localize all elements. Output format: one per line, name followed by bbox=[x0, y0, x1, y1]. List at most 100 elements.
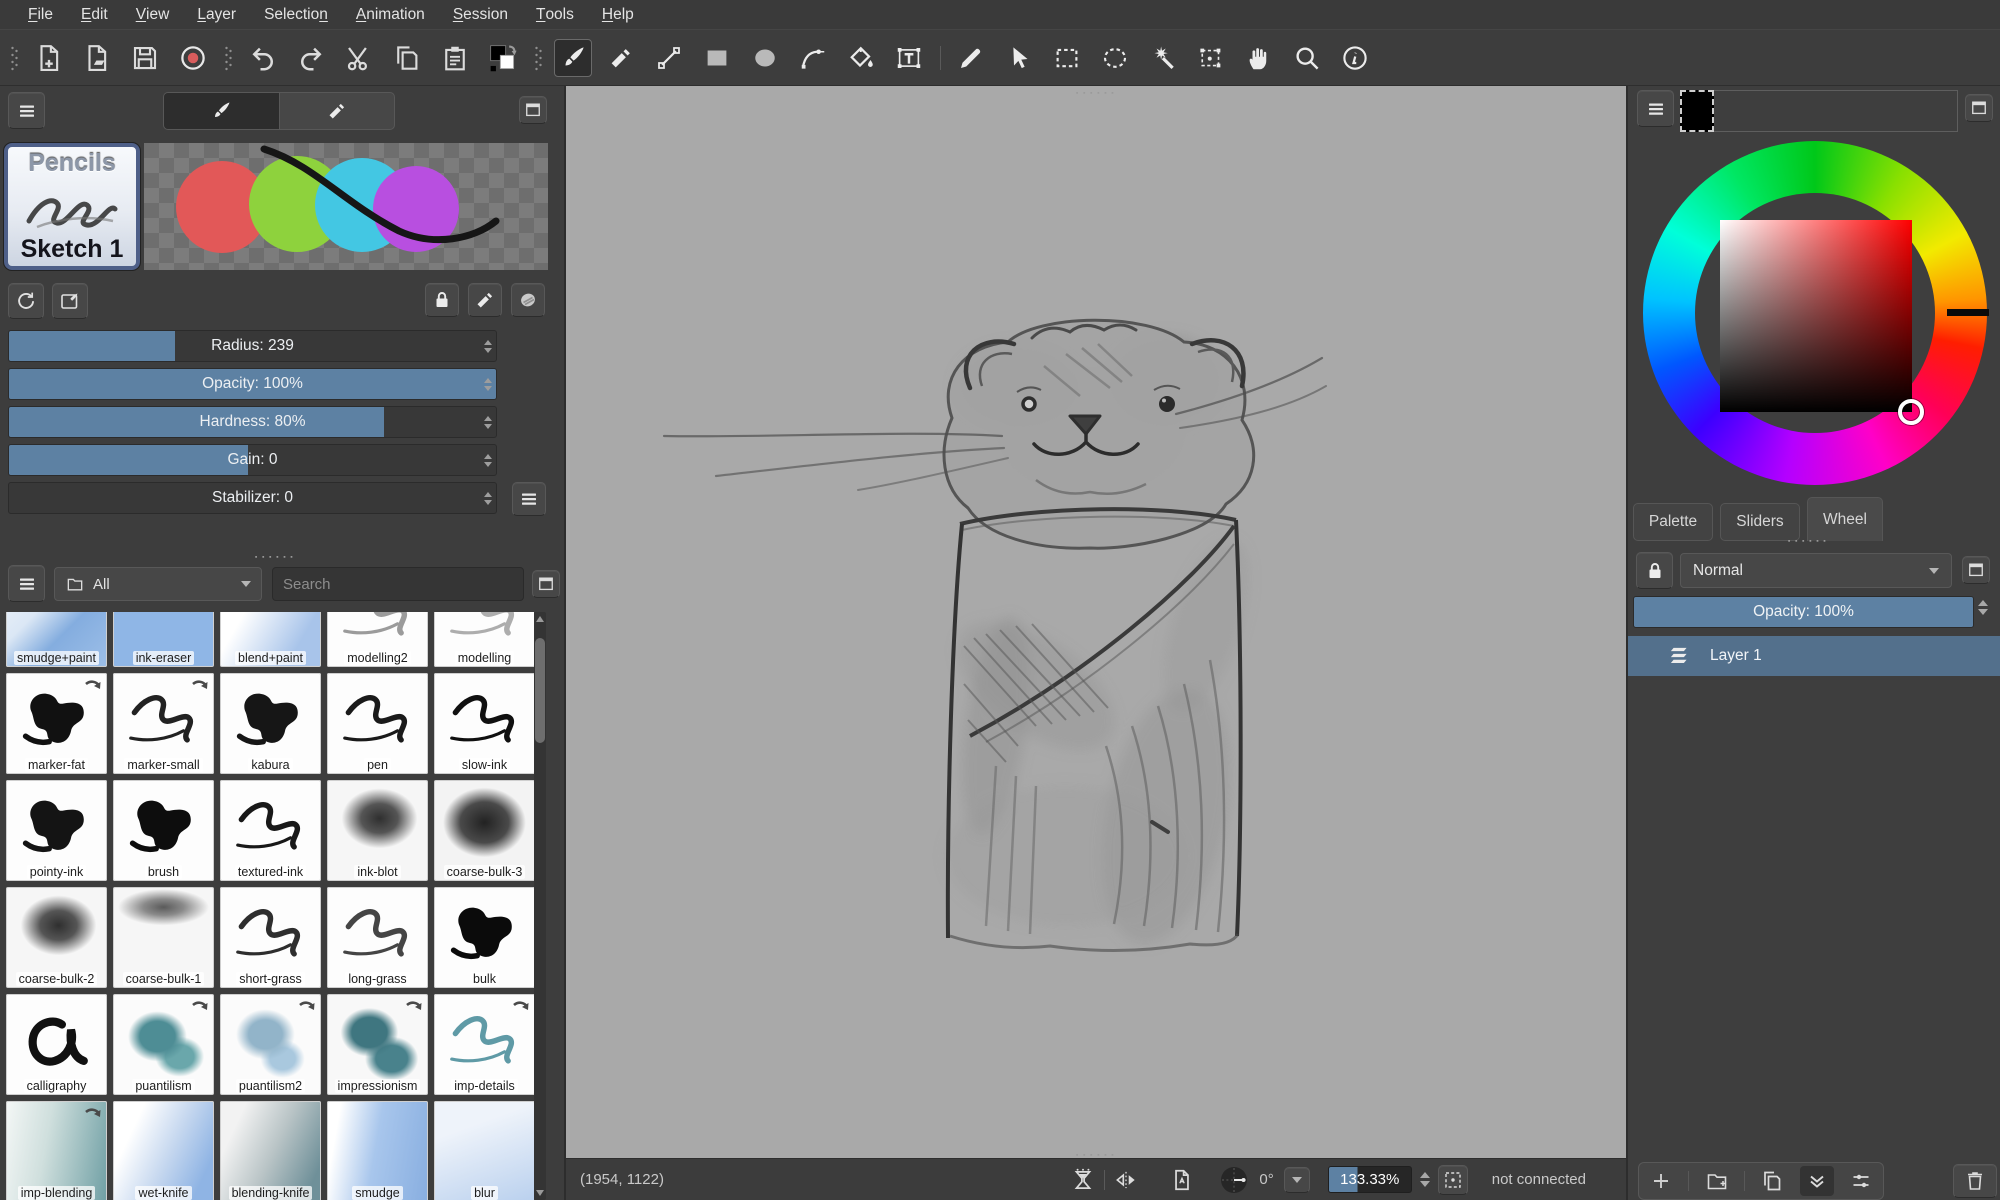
preset-search-input[interactable] bbox=[272, 567, 524, 601]
brush-slider[interactable]: Hardness: 80% bbox=[8, 406, 497, 438]
copy-button[interactable] bbox=[388, 39, 426, 77]
bezier-curve-tool[interactable] bbox=[794, 39, 832, 77]
docker-splitter[interactable] bbox=[1788, 536, 1828, 544]
current-color-patch[interactable] bbox=[1680, 90, 1714, 132]
brush-editor-menu-button[interactable] bbox=[8, 92, 45, 129]
brush-preset-tile[interactable]: puantilism2 bbox=[220, 994, 321, 1095]
line-tool[interactable] bbox=[650, 39, 688, 77]
brush-preset-tile[interactable]: coarse-bulk-3 bbox=[434, 780, 534, 881]
brush-preset-tile[interactable]: long-grass bbox=[327, 887, 428, 988]
similar-color-selection-tool[interactable] bbox=[1144, 39, 1182, 77]
open-document-button[interactable] bbox=[78, 39, 116, 77]
selection-display-mode-icon[interactable] bbox=[1068, 1165, 1098, 1195]
brush-preset-tile[interactable]: imp-details bbox=[434, 994, 534, 1095]
brush-preset-tile[interactable]: marker-fat bbox=[6, 673, 107, 774]
document-info-icon[interactable] bbox=[1167, 1165, 1197, 1195]
color-sampler-tool[interactable] bbox=[952, 39, 990, 77]
freehand-brush-tool[interactable] bbox=[554, 39, 592, 77]
brush-preset-tile[interactable]: pen bbox=[327, 673, 428, 774]
tab-brush-mode[interactable] bbox=[164, 93, 280, 129]
brush-preset-tile[interactable]: smudge bbox=[327, 1101, 428, 1200]
ellipse-tool[interactable] bbox=[746, 39, 784, 77]
preset-filter-dropdown[interactable]: All bbox=[54, 567, 262, 601]
reload-preset-button[interactable] bbox=[8, 283, 44, 319]
brush-preset-tile[interactable]: modelling2 bbox=[327, 612, 428, 667]
zoom-tool[interactable] bbox=[1288, 39, 1326, 77]
rectangular-selection-tool[interactable] bbox=[1048, 39, 1086, 77]
rectangle-tool[interactable] bbox=[698, 39, 736, 77]
brush-preset-tile[interactable]: slow-ink bbox=[434, 673, 534, 774]
brush-preset-tile[interactable]: calligraphy bbox=[6, 994, 107, 1095]
layer-lock-button[interactable] bbox=[1636, 552, 1673, 589]
slider-spinner[interactable] bbox=[484, 407, 492, 437]
paste-button[interactable] bbox=[436, 39, 474, 77]
detach-docker-button[interactable] bbox=[532, 570, 560, 598]
preset-grid-scrollbar[interactable] bbox=[534, 612, 546, 1200]
canvas-rotation-dial[interactable] bbox=[1219, 1165, 1249, 1195]
duplicate-layer-button[interactable] bbox=[1755, 1166, 1789, 1196]
brush-slider[interactable]: Gain: 0 bbox=[8, 444, 497, 476]
menu-item[interactable]: Animation bbox=[342, 0, 439, 30]
zoom-level-field[interactable]: 133.33% bbox=[1328, 1166, 1412, 1193]
detach-docker-button[interactable] bbox=[1962, 556, 1990, 584]
layer-properties-button[interactable] bbox=[1844, 1166, 1878, 1196]
brush-scratchpad[interactable] bbox=[144, 143, 548, 270]
edit-preset-button[interactable] bbox=[52, 283, 88, 319]
menu-item[interactable]: Selection bbox=[250, 0, 342, 30]
elliptical-selection-tool[interactable] bbox=[1096, 39, 1134, 77]
lock-brush-button[interactable] bbox=[425, 283, 459, 317]
brush-preset-tile[interactable]: blend+paint bbox=[220, 612, 321, 667]
move-layer-down-button[interactable] bbox=[1800, 1166, 1834, 1196]
info-button[interactable] bbox=[1336, 39, 1374, 77]
zoom-spinner[interactable] bbox=[1420, 1172, 1430, 1187]
layer-row[interactable]: Layer 1 bbox=[1628, 636, 2000, 676]
add-layer-button[interactable] bbox=[1644, 1166, 1678, 1196]
canvas-splitter-bottom[interactable] bbox=[1076, 1150, 1116, 1158]
fill-tool[interactable] bbox=[842, 39, 880, 77]
color-docker-tab[interactable]: Palette bbox=[1633, 503, 1713, 541]
color-selector-cursor[interactable] bbox=[1898, 399, 1924, 425]
brush-preset-tile[interactable]: bulk bbox=[434, 887, 534, 988]
scroll-up-icon[interactable] bbox=[534, 612, 546, 626]
text-tool[interactable] bbox=[890, 39, 928, 77]
saturation-value-square[interactable] bbox=[1720, 220, 1912, 412]
menu-item[interactable]: Layer bbox=[183, 0, 250, 30]
brush-slider[interactable]: Radius: 239 bbox=[8, 330, 497, 362]
stabilizer-options-button[interactable] bbox=[512, 482, 546, 516]
slider-spinner[interactable] bbox=[484, 483, 492, 513]
delete-layer-button[interactable] bbox=[1953, 1164, 1997, 1198]
canvas-splitter-top[interactable] bbox=[1076, 88, 1116, 96]
menu-item[interactable]: Session bbox=[439, 0, 522, 30]
color-docker-menu-button[interactable] bbox=[1637, 90, 1674, 127]
select-shapes-tool[interactable] bbox=[1000, 39, 1038, 77]
scroll-down-icon[interactable] bbox=[534, 1186, 546, 1200]
alpha-lock-button[interactable] bbox=[511, 283, 545, 317]
mirror-view-icon[interactable] bbox=[1111, 1165, 1141, 1195]
record-button[interactable] bbox=[174, 39, 212, 77]
brush-preset-tile[interactable]: coarse-bulk-1 bbox=[113, 887, 214, 988]
pan-tool[interactable] bbox=[1240, 39, 1278, 77]
preset-docker-menu-button[interactable] bbox=[8, 565, 45, 602]
transform-tool[interactable] bbox=[1192, 39, 1230, 77]
brush-preset-tile[interactable]: ink-blot bbox=[327, 780, 428, 881]
color-docker-tab[interactable]: Wheel bbox=[1807, 497, 1883, 541]
canvas[interactable] bbox=[566, 86, 1626, 1158]
brush-preset-tile[interactable]: imp-blending bbox=[6, 1101, 107, 1200]
opacity-spinner[interactable] bbox=[1978, 600, 1988, 615]
brush-preset-tile[interactable]: blur bbox=[434, 1101, 534, 1200]
fit-canvas-button[interactable] bbox=[1438, 1165, 1468, 1195]
eraser-tool[interactable] bbox=[602, 39, 640, 77]
brush-preset-tile[interactable]: short-grass bbox=[220, 887, 321, 988]
add-group-button[interactable] bbox=[1700, 1166, 1734, 1196]
brush-preset-tile[interactable]: textured-ink bbox=[220, 780, 321, 881]
cut-button[interactable] bbox=[340, 39, 378, 77]
menu-item[interactable]: View bbox=[122, 0, 184, 30]
brush-slider[interactable]: Opacity: 100% bbox=[8, 368, 497, 400]
undo-button[interactable] bbox=[244, 39, 282, 77]
save-button[interactable] bbox=[126, 39, 164, 77]
new-document-button[interactable] bbox=[30, 39, 68, 77]
detach-docker-button[interactable] bbox=[519, 96, 547, 124]
brush-slider[interactable]: Stabilizer: 0 bbox=[8, 482, 497, 514]
slider-spinner[interactable] bbox=[484, 331, 492, 361]
brush-preset-tile[interactable]: modelling bbox=[434, 612, 534, 667]
